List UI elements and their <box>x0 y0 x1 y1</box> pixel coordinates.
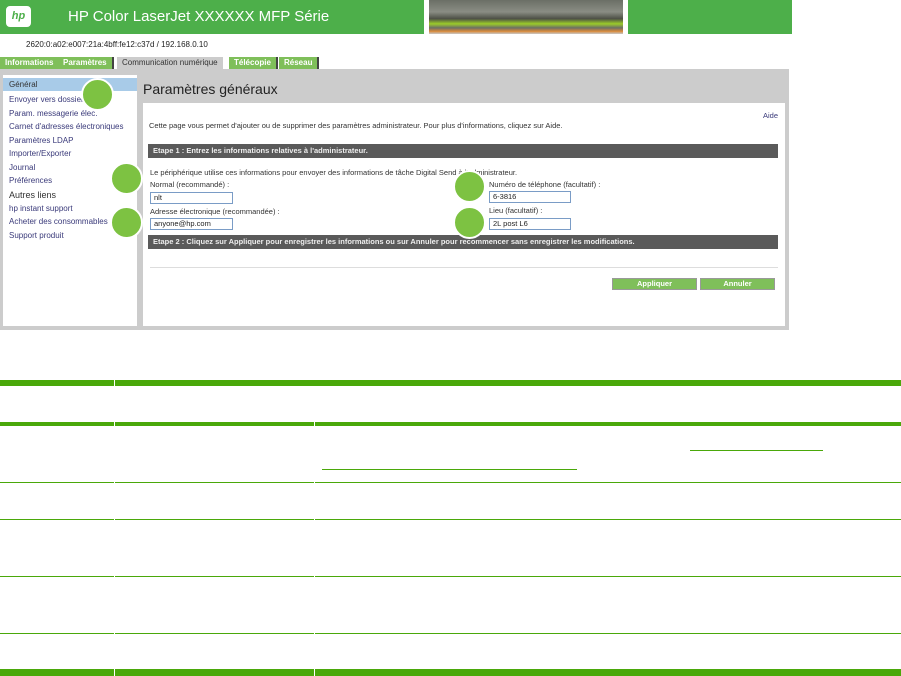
page-title: Paramètres généraux <box>143 81 278 97</box>
table-row-rule <box>0 519 901 520</box>
sidebar-item-journal[interactable]: Journal <box>9 163 35 172</box>
callout-marker <box>81 78 114 111</box>
tab-informations[interactable]: Informations <box>0 57 61 69</box>
column-gap <box>114 380 115 676</box>
email-label: Adresse électronique (recommandée) : <box>150 207 280 216</box>
help-link[interactable]: Aide <box>763 111 778 120</box>
divider <box>150 267 778 268</box>
phone-input[interactable]: 6-3816 <box>489 191 571 203</box>
table-link[interactable] <box>322 469 577 470</box>
other-links-heading: Autres liens <box>9 190 57 200</box>
location-input[interactable]: 2L post L6 <box>489 218 571 230</box>
apply-button[interactable]: Appliquer <box>612 278 697 290</box>
sidebar-item-import-export[interactable]: Importer/Exporter <box>9 149 71 158</box>
sidebar-item-general[interactable]: Général <box>3 78 137 91</box>
sidebar-item-envoyer-dossier[interactable]: Envoyer vers dossier <box>9 95 84 104</box>
callout-marker <box>110 162 143 195</box>
table-row-rule <box>0 633 901 634</box>
page-description: Cette page vous permet d'ajouter ou de s… <box>149 121 563 130</box>
table-row-rule <box>0 482 901 483</box>
product-title: HP Color LaserJet XXXXXX MFP Série <box>68 8 330 25</box>
table-row-rule <box>0 576 901 577</box>
tab-telecopie[interactable]: Télécopie <box>229 57 278 69</box>
location-label: Lieu (facultatif) : <box>489 206 543 215</box>
sidebar-item-preferences[interactable]: Préférences <box>9 176 52 185</box>
tab-parametres[interactable]: Paramètres <box>58 57 114 69</box>
sidebar-item-carnet-adresses[interactable]: Carnet d'adresses électroniques <box>9 122 123 131</box>
tab-reseau[interactable]: Réseau <box>279 57 320 69</box>
name-input[interactable]: nlt <box>150 192 233 204</box>
callout-marker <box>110 206 143 239</box>
phone-label: Numéro de téléphone (facultatif) : <box>489 180 601 189</box>
link-support-produit[interactable]: Support produit <box>9 231 64 240</box>
callout-marker <box>453 170 486 203</box>
device-address: 2620:0:a02:e007:21a:4bff:fe12:c37d / 192… <box>26 40 208 49</box>
step1-heading: Etape 1 : Entrez les informations relati… <box>148 144 778 158</box>
hp-logo: hp <box>6 6 31 27</box>
sidebar-item-messagerie[interactable]: Param. messagerie élec. <box>9 109 97 118</box>
table-top-rule <box>0 380 901 386</box>
table-link[interactable] <box>690 450 823 451</box>
banner-image <box>429 0 623 34</box>
header-banner-right <box>628 0 792 34</box>
tab-communication-numerique[interactable]: Communication numérique <box>117 57 223 70</box>
link-acheter-consommables[interactable]: Acheter des consommables <box>9 217 108 226</box>
cancel-button[interactable]: Annuler <box>700 278 775 290</box>
name-label: Normal (recommandé) : <box>150 180 230 189</box>
callout-marker <box>453 206 486 239</box>
table-header-rule <box>0 422 901 426</box>
sidebar: Général Envoyer vers dossier Param. mess… <box>3 75 137 326</box>
column-gap <box>314 420 315 676</box>
email-input[interactable]: anyone@hp.com <box>150 218 233 230</box>
sidebar-item-ldap[interactable]: Paramètres LDAP <box>9 136 73 145</box>
table-bottom-rule <box>0 669 901 676</box>
link-hp-instant-support[interactable]: hp instant support <box>9 204 73 213</box>
